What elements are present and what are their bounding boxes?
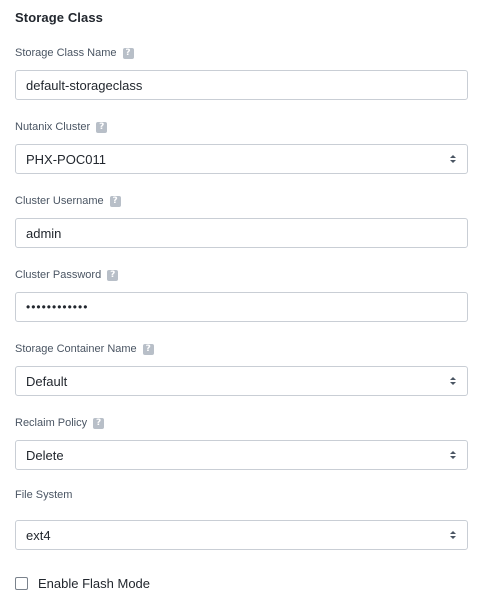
help-icon[interactable]: ? [93,417,105,429]
help-icon[interactable]: ? [109,195,121,207]
nutanix-cluster-label: Nutanix Cluster ? [15,121,108,133]
help-icon[interactable]: ? [107,269,119,281]
file-system-select[interactable]: ext4 [15,520,468,550]
file-system-value: ext4 [26,527,51,543]
file-system-label-text: File System [15,489,73,501]
storage-class-name-label: Storage Class Name ? [15,47,134,59]
select-arrows-icon [449,531,457,539]
file-system-label: File System [15,489,72,501]
cluster-password-value: •••••••••••• [26,300,89,314]
storage-container-name-value: Default [26,373,68,389]
section-title: Storage Class [15,10,104,25]
cluster-password-input[interactable]: •••••••••••• [15,292,468,322]
cluster-password-label-text: Cluster Password [15,269,102,281]
storage-container-name-select[interactable]: Default [15,366,468,396]
help-icon[interactable]: ? [96,121,108,133]
flash-mode-checkbox[interactable] [15,577,28,590]
flash-mode-label[interactable]: Enable Flash Mode [38,576,150,591]
cluster-username-label-text: Cluster Username [15,195,104,207]
reclaim-policy-select[interactable]: Delete [15,440,468,470]
reclaim-policy-value: Delete [26,447,64,463]
select-arrows-icon [449,155,457,163]
select-arrows-icon [449,377,457,385]
reclaim-policy-label-text: Reclaim Policy [15,417,88,429]
flash-mode-row[interactable]: Enable Flash Mode [15,576,150,591]
cluster-username-input[interactable]: admin [15,218,468,248]
nutanix-cluster-select[interactable]: PHX-POC011 [15,144,468,174]
help-icon[interactable]: ? [122,47,134,59]
storage-class-name-label-text: Storage Class Name [15,47,117,59]
storage-container-name-label-text: Storage Container Name [15,343,137,355]
reclaim-policy-label: Reclaim Policy ? [15,417,105,429]
storage-class-name-input[interactable]: default-storageclass [15,70,468,100]
nutanix-cluster-value: PHX-POC011 [26,151,106,167]
cluster-username-value: admin [26,225,62,241]
cluster-username-label: Cluster Username ? [15,195,121,207]
nutanix-cluster-label-text: Nutanix Cluster [15,121,91,133]
help-icon[interactable]: ? [142,343,154,355]
storage-container-name-label: Storage Container Name ? [15,343,154,355]
select-arrows-icon [449,451,457,459]
storage-class-name-value: default-storageclass [26,77,143,93]
cluster-password-label: Cluster Password ? [15,269,119,281]
